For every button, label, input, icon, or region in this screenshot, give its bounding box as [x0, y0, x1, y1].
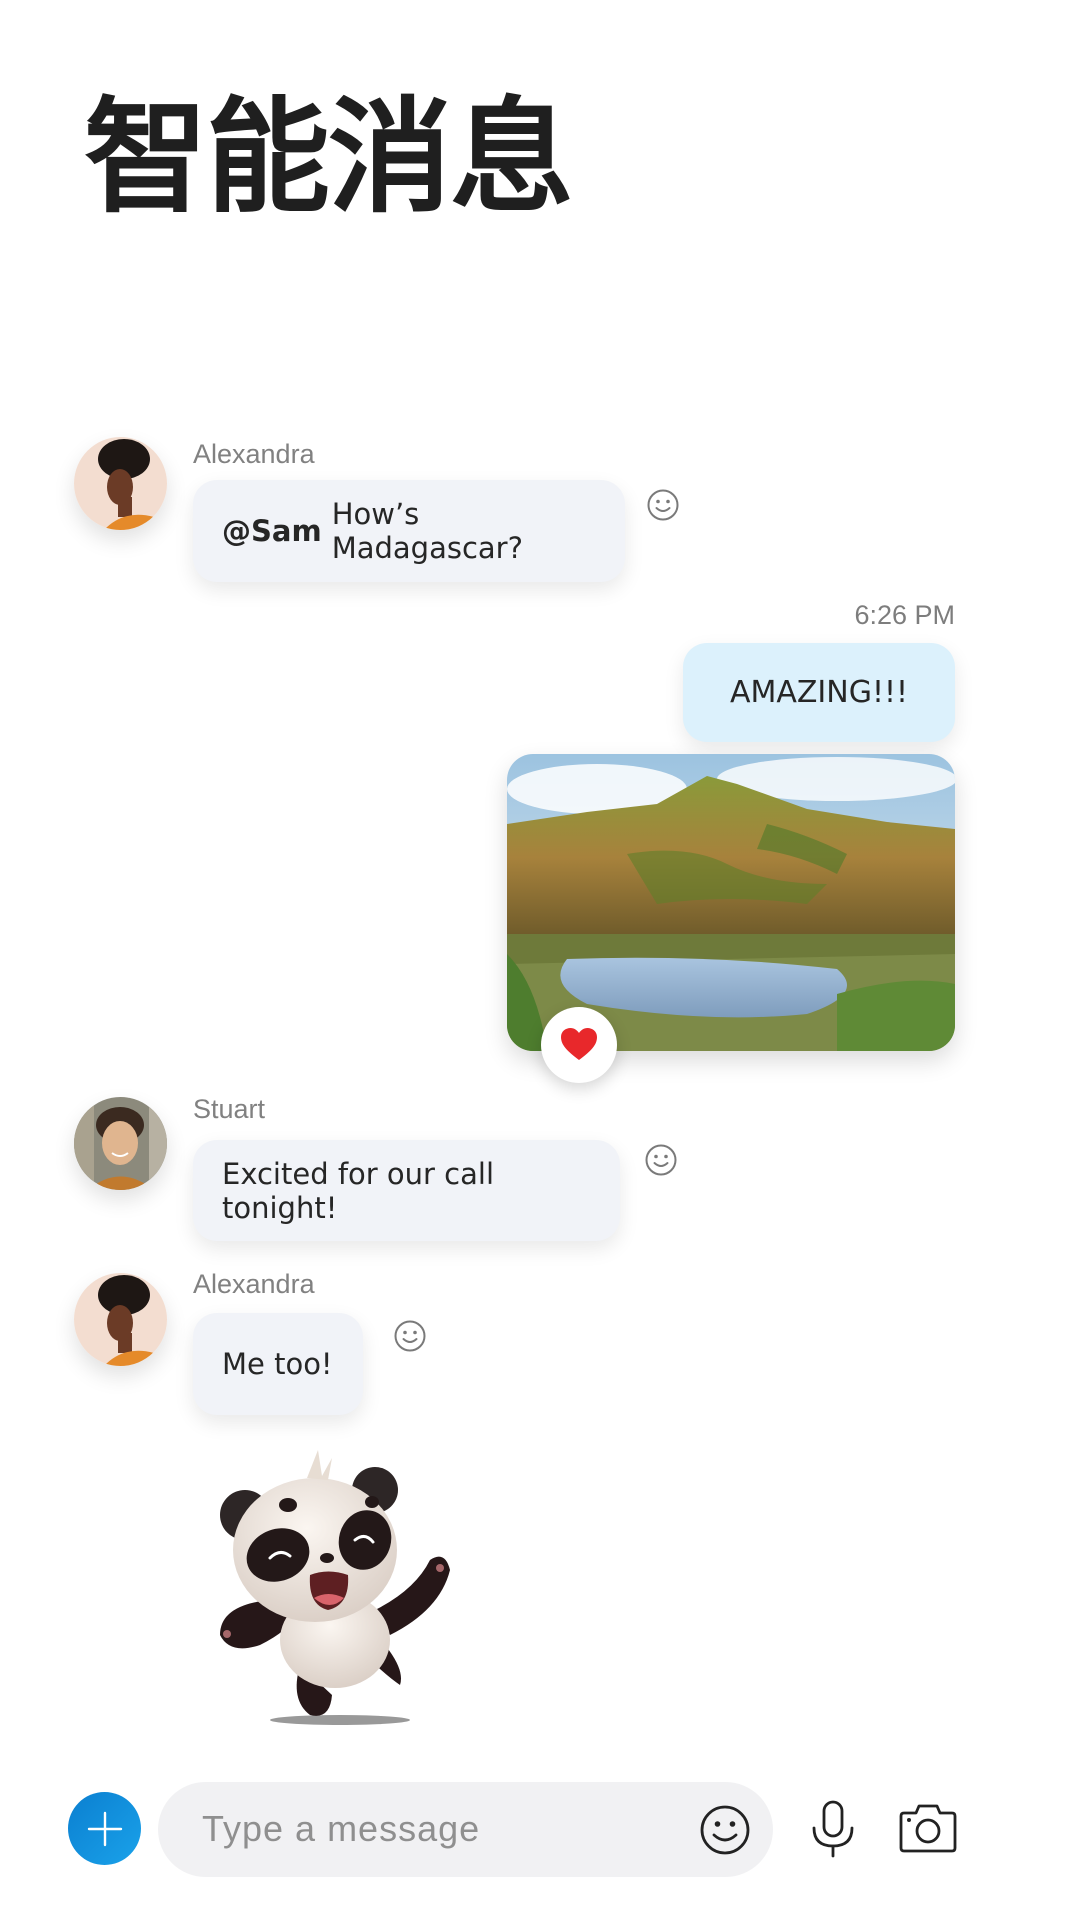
sender-name: Alexandra [193, 1269, 315, 1299]
add-reaction-button[interactable] [393, 1319, 427, 1353]
add-reaction-button[interactable] [646, 488, 680, 522]
sender-name: Stuart [193, 1094, 266, 1124]
mention[interactable]: @Sam [222, 514, 322, 548]
message-bubble[interactable]: @Sam How’s Madagascar? [193, 480, 625, 582]
message-bubble[interactable]: Me too! [193, 1313, 363, 1415]
plus-icon [87, 1811, 122, 1846]
emoji-icon [700, 1805, 750, 1855]
smiley-icon [645, 1144, 677, 1176]
sender-name: Alexandra [193, 439, 315, 469]
dancing-panda-icon [220, 1450, 450, 1725]
add-reaction-button[interactable] [644, 1143, 678, 1177]
message-text: How’s Madagascar? [331, 497, 523, 565]
microphone-button[interactable] [806, 1797, 860, 1861]
message-text: Me too! [222, 1347, 333, 1381]
avatar-alexandra-image [74, 437, 167, 530]
avatar-alexandra[interactable] [74, 1273, 167, 1366]
heart-reaction-badge[interactable] [541, 1007, 617, 1083]
message-input[interactable]: Type a message [158, 1782, 773, 1877]
message-bubble[interactable]: Excited for our call tonight! [193, 1140, 620, 1241]
own-message-bubble[interactable]: AMAZING!!! [683, 643, 955, 742]
message-timestamp: 6:26 PM [854, 600, 955, 630]
avatar-stuart-image [74, 1097, 167, 1190]
camera-icon [899, 1804, 957, 1853]
avatar-alexandra-image [74, 1273, 167, 1366]
avatar-alexandra[interactable] [74, 437, 167, 530]
avatar-stuart[interactable] [74, 1097, 167, 1190]
page-title: 智能消息 [84, 86, 574, 230]
smiley-icon [647, 489, 679, 521]
add-button[interactable] [68, 1792, 141, 1865]
microphone-icon [812, 1800, 854, 1858]
message-text: AMAZING!!! [729, 675, 909, 710]
panda-sticker[interactable] [200, 1440, 450, 1730]
heart-icon [561, 1028, 597, 1060]
smiley-icon [394, 1320, 426, 1352]
camera-button[interactable] [898, 1800, 958, 1856]
message-input-placeholder: Type a message [202, 1808, 481, 1849]
message-text: Excited for our call tonight! [222, 1156, 495, 1225]
emoji-button[interactable] [698, 1803, 752, 1857]
